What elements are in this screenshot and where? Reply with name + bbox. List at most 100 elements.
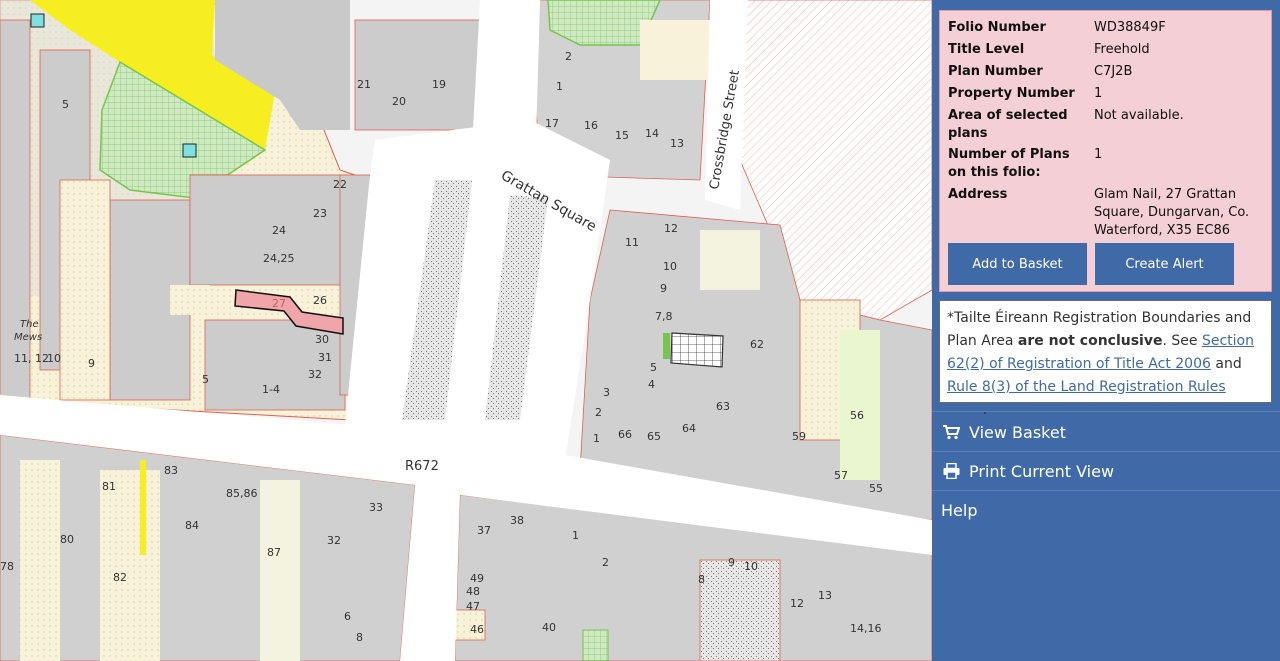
disclaimer-mid: . See bbox=[1162, 333, 1202, 349]
help-label: Help bbox=[941, 500, 978, 520]
create-alert-button[interactable]: Create Alert bbox=[1095, 243, 1234, 285]
plot-number: 84 bbox=[185, 519, 199, 532]
title-level-label: Title Level bbox=[948, 42, 1025, 57]
plot-number: 32 bbox=[308, 368, 322, 381]
plot-number: 85,86 bbox=[226, 487, 258, 500]
plot-number: 40 bbox=[542, 621, 556, 634]
plot-number: 11 bbox=[625, 236, 639, 249]
plot-number: 5 bbox=[202, 373, 209, 386]
title-level-value: Freehold bbox=[1094, 42, 1150, 57]
plot-number: 23 bbox=[313, 207, 327, 220]
property-number-row: Property Number 1 bbox=[948, 85, 1102, 103]
plot-number: 3 bbox=[603, 386, 610, 399]
plot-number: 65 bbox=[647, 430, 661, 443]
plot-number: 38 bbox=[510, 514, 524, 527]
side-panel: Folio Number WD38849F Title Level Freeho… bbox=[932, 0, 1280, 661]
plot-number: 48 bbox=[466, 585, 480, 598]
plot-number: 26 bbox=[313, 294, 327, 307]
plot-number: 7,8 bbox=[655, 310, 673, 323]
address-row: Address Glam Nail, 27 Grattan Square, Du… bbox=[948, 186, 1249, 238]
plot-number: 8 bbox=[356, 631, 363, 644]
help-menu-item[interactable]: Help bbox=[932, 491, 1280, 529]
plot-number: 24 bbox=[272, 224, 286, 237]
menu-divider bbox=[932, 411, 1280, 412]
plot-number: 2 bbox=[565, 50, 572, 63]
plot-number: 22 bbox=[333, 178, 347, 191]
folio-number-value: WD38849F bbox=[1094, 20, 1166, 35]
plot-number: 55 bbox=[869, 482, 883, 495]
plot-number: 17 bbox=[545, 117, 559, 130]
area-label-the: The bbox=[20, 319, 39, 330]
plot-number: 6 bbox=[344, 610, 351, 623]
plot-number: 62 bbox=[750, 338, 764, 351]
plot-number: 9 bbox=[88, 357, 95, 370]
plot-number: 20 bbox=[392, 95, 406, 108]
plot-number: 24,25 bbox=[263, 252, 295, 265]
plot-number: 10 bbox=[744, 560, 758, 573]
plot-number: 64 bbox=[682, 422, 696, 435]
plot-number: 10 bbox=[47, 352, 61, 365]
number-of-plans-label: Number of Plans on this folio: bbox=[948, 147, 1070, 180]
property-number-value: 1 bbox=[1094, 86, 1103, 101]
map-canvas[interactable]: Grattan Square Crossbridge Street R672 T… bbox=[0, 0, 932, 661]
shopping-cart-icon bbox=[942, 424, 960, 440]
plot-number: 80 bbox=[60, 533, 74, 546]
area-label-mews: Mews bbox=[14, 332, 42, 343]
number-of-plans-value: 1 bbox=[1094, 147, 1103, 162]
plot-number: 31 bbox=[318, 351, 332, 364]
plot-number: 57 bbox=[834, 469, 848, 482]
plot-number: 87 bbox=[267, 546, 281, 559]
folio-number-label: Folio Number bbox=[948, 20, 1046, 35]
plan-number-row: Plan Number C7J2B bbox=[948, 63, 1132, 81]
plot-number: 1 bbox=[556, 80, 563, 93]
plot-number: 37 bbox=[477, 524, 491, 537]
print-current-view-label: Print Current View bbox=[969, 461, 1115, 481]
plot-number: 12 bbox=[790, 597, 804, 610]
folio-info-box: Folio Number WD38849F Title Level Freeho… bbox=[939, 10, 1272, 292]
plot-number: 46 bbox=[470, 623, 484, 636]
plot-number: 19 bbox=[432, 78, 446, 91]
plot-number: 30 bbox=[315, 333, 329, 346]
view-basket-label: View Basket bbox=[969, 422, 1066, 442]
plan-number-value: C7J2B bbox=[1094, 64, 1133, 79]
disclaimer-notice: *Tailte Éireann Registration Boundaries … bbox=[939, 300, 1272, 418]
plot-number: 16 bbox=[584, 119, 598, 132]
address-label: Address bbox=[948, 187, 1008, 202]
plot-number: 27 bbox=[272, 297, 286, 310]
plot-number: 66 bbox=[618, 428, 632, 441]
plot-number: 14,16 bbox=[850, 622, 882, 635]
area-selected-plans-row: Area of selected plans Not available. bbox=[948, 107, 1184, 143]
add-to-basket-button[interactable]: Add to Basket bbox=[948, 243, 1087, 285]
plot-number: 1 bbox=[572, 529, 579, 542]
plot-number: 56 bbox=[850, 409, 864, 422]
plot-number: 8 bbox=[698, 573, 705, 586]
property-number-label: Property Number bbox=[948, 86, 1075, 101]
plot-number: 33 bbox=[369, 501, 383, 514]
plot-number: 1 bbox=[593, 432, 600, 445]
plot-number: 78 bbox=[0, 560, 14, 573]
plot-number: 21 bbox=[357, 78, 371, 91]
plot-number: 2 bbox=[602, 556, 609, 569]
map-view[interactable]: Grattan Square Crossbridge Street R672 T… bbox=[0, 0, 932, 661]
plot-number: 63 bbox=[716, 400, 730, 413]
plot-number: 13 bbox=[818, 589, 832, 602]
print-current-view-menu-item[interactable]: Print Current View bbox=[932, 452, 1280, 490]
plot-number: 82 bbox=[113, 571, 127, 584]
view-basket-menu-item[interactable]: View Basket bbox=[932, 413, 1280, 451]
title-level-row: Title Level Freehold bbox=[948, 41, 1150, 59]
number-of-plans-row: Number of Plans on this folio: 1 bbox=[948, 146, 1102, 182]
plot-number: 11, 12 bbox=[14, 352, 49, 365]
disclaimer-bold: are not conclusive bbox=[1017, 333, 1163, 349]
plot-number: 13 bbox=[670, 137, 684, 150]
plot-number: 9 bbox=[728, 556, 735, 569]
disclaimer-and: and bbox=[1210, 356, 1242, 372]
plot-number: 1-4 bbox=[262, 383, 280, 396]
area-selected-plans-value: Not available. bbox=[1094, 108, 1184, 123]
area-selected-plans-label: Area of selected plans bbox=[948, 108, 1068, 141]
plot-number: 5 bbox=[62, 98, 69, 111]
plot-number: 59 bbox=[792, 430, 806, 443]
road-label-r672: R672 bbox=[405, 459, 439, 474]
plot-number: 10 bbox=[663, 260, 677, 273]
plot-number: 5 bbox=[650, 361, 657, 374]
plot-number: 47 bbox=[466, 600, 480, 613]
